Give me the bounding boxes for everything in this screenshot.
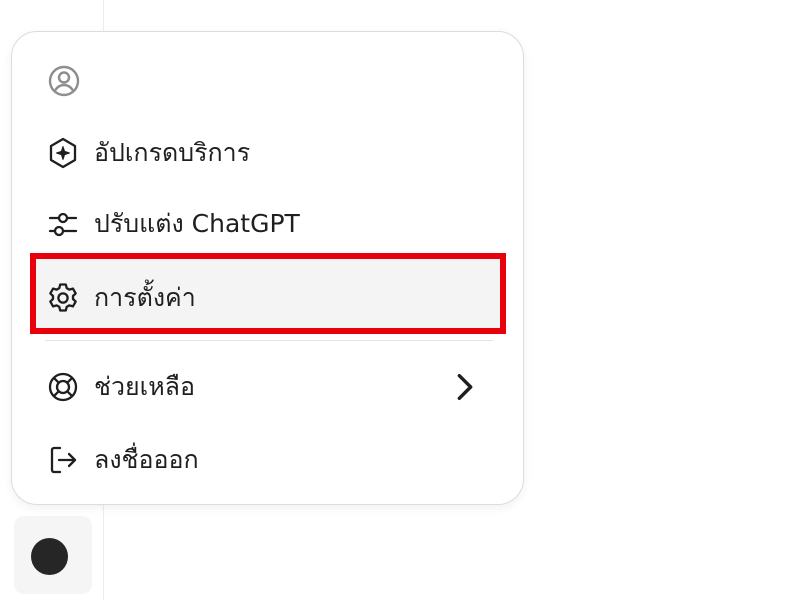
menu-item-settings[interactable]: การตั้งค่า	[42, 273, 512, 323]
logout-icon	[46, 443, 80, 477]
user-circle-icon	[47, 64, 81, 98]
menu-item-label: การตั้งค่า	[94, 283, 196, 312]
menu-item-help[interactable]: ช่วยเหลือ	[42, 362, 512, 412]
lifebuoy-icon	[46, 370, 80, 404]
menu-divider	[45, 340, 493, 341]
menu-item-label: ลงชื่อออก	[94, 445, 199, 474]
menu-item-label: ปรับแต่ง ChatGPT	[94, 209, 300, 238]
menu-item-customize[interactable]: ปรับแต่ง ChatGPT	[42, 199, 512, 249]
menu-item-upgrade[interactable]: อัปเกรดบริการ	[42, 128, 512, 178]
profile-button[interactable]	[14, 516, 92, 594]
menu-item-logout[interactable]: ลงชื่อออก	[42, 435, 512, 485]
chevron-right-icon	[448, 362, 482, 412]
sliders-icon	[46, 207, 80, 241]
profile-menu: อัปเกรดบริการ ปรับแต่ง ChatGPT การตั้งค่…	[11, 31, 524, 505]
menu-item-label: อัปเกรดบริการ	[94, 138, 251, 167]
sparkle-hexagon-icon	[46, 136, 80, 170]
avatar[interactable]	[31, 538, 68, 575]
menu-item-label: ช่วยเหลือ	[94, 372, 196, 401]
gear-icon	[46, 281, 80, 315]
